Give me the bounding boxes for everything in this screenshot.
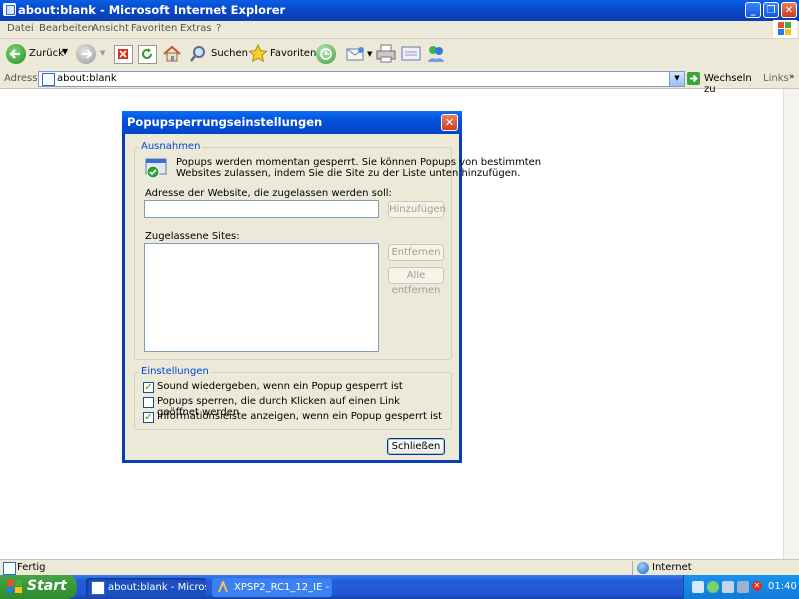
system-tray: ✕ 01:40	[683, 575, 799, 599]
remove-button[interactable]: Entfernen	[388, 244, 444, 261]
checkbox-sound[interactable]: ✓	[143, 382, 154, 393]
links-label[interactable]: Links	[763, 73, 789, 84]
task-xpsp2-icon	[217, 579, 229, 593]
option-infobar[interactable]: ✓ Informationsleiste anzeigen, wenn ein …	[143, 411, 443, 424]
popup-shield-icon	[145, 158, 167, 180]
go-arrow-icon	[687, 72, 700, 85]
close-dialog-button[interactable]: Schließen	[387, 438, 445, 455]
history-icon[interactable]	[316, 44, 336, 64]
status-bar: Fertig Internet	[0, 559, 799, 576]
remove-all-button[interactable]: Alle entfernen	[388, 267, 444, 296]
home-icon[interactable]	[162, 44, 182, 63]
address-input[interactable]: about:blank ▼	[38, 71, 685, 87]
status-text: Fertig	[17, 562, 46, 573]
address-dropdown-icon[interactable]: ▼	[669, 71, 685, 87]
dialog-titlebar[interactable]: Popupsperrungseinstellungen	[122, 111, 462, 134]
vertical-scrollbar[interactable]	[783, 89, 799, 559]
windows-logo-icon	[773, 20, 797, 38]
print-icon[interactable]	[376, 44, 396, 63]
task-ie-icon	[91, 581, 105, 595]
status-page-icon	[3, 562, 16, 575]
tray-display-icon[interactable]	[737, 581, 749, 593]
task-xpsp2[interactable]: XPSP2_RC1_12_IE - ...	[212, 578, 332, 597]
edit-icon[interactable]	[401, 45, 421, 62]
favorites-button[interactable]: Favoriten	[246, 43, 316, 65]
page-icon	[42, 73, 55, 86]
refresh-icon[interactable]	[138, 45, 157, 64]
back-arrow-icon	[6, 44, 26, 64]
checkbox-link-popups[interactable]	[143, 397, 154, 408]
back-label: Zurück	[29, 48, 64, 59]
internet-globe-icon	[637, 562, 649, 574]
checkbox-infobar[interactable]: ✓	[143, 412, 154, 423]
tray-alert-icon[interactable]: ✕	[752, 581, 762, 591]
tray-security-icon[interactable]	[707, 581, 719, 593]
address-value: about:blank	[57, 73, 117, 84]
option-infobar-label: Informationsleiste anzeigen, wenn ein Po…	[157, 411, 443, 422]
stop-icon[interactable]	[114, 45, 133, 64]
menu-bearbeiten[interactable]: Bearbeiten	[39, 23, 94, 34]
start-windows-icon	[6, 579, 23, 595]
menu-extras[interactable]: Extras	[180, 23, 212, 34]
go-label: Wechseln zu	[704, 73, 752, 95]
status-divider	[632, 561, 633, 575]
mail-icon[interactable]	[346, 45, 366, 63]
exceptions-legend: Ausnahmen	[139, 141, 203, 152]
menu-favoriten[interactable]: Favoriten	[131, 23, 177, 34]
forward-dropdown-icon[interactable]: ▼	[100, 49, 105, 57]
option-sound[interactable]: ✓ Sound wiedergeben, wenn ein Popup gesp…	[143, 381, 443, 394]
back-dropdown-icon[interactable]: ▼	[62, 47, 68, 56]
website-address-label: Adresse der Website, die zugelassen werd…	[145, 188, 392, 199]
menu-ansicht[interactable]: Ansicht	[92, 23, 129, 34]
start-button[interactable]: Start	[0, 575, 77, 599]
task-ie[interactable]: about:blank - Microso...	[86, 578, 206, 597]
option-link-popups[interactable]: Popups sperren, die durch Klicken auf ei…	[143, 396, 443, 418]
mail-dropdown-icon[interactable]: ▼	[367, 50, 372, 58]
window-title: about:blank - Microsoft Internet Explore…	[18, 3, 286, 17]
search-label: Suchen	[211, 48, 249, 59]
status-zone: Internet	[652, 562, 692, 573]
option-sound-label: Sound wiedergeben, wenn ein Popup gesper…	[157, 381, 403, 392]
forward-arrow-icon[interactable]	[76, 44, 96, 64]
dialog-title: Popupsperrungseinstellungen	[127, 115, 323, 129]
tray-volume-icon[interactable]	[722, 581, 734, 593]
clock[interactable]: 01:40	[768, 581, 797, 592]
links-chevron-icon[interactable]: »	[789, 72, 795, 82]
maximize-button[interactable]: ❐	[763, 2, 779, 18]
go-button[interactable]: Wechseln zu	[686, 71, 756, 95]
minimize-button[interactable]: _	[745, 2, 761, 18]
window-titlebar[interactable]: about:blank - Microsoft Internet Explore…	[0, 0, 799, 21]
website-address-input[interactable]	[144, 200, 379, 218]
standard-toolbar: Zurück ▼ ▼ Suchen Favoriten ▼	[0, 39, 799, 71]
back-button[interactable]: Zurück ▼	[4, 43, 74, 65]
info-text-line2: Websites zulassen, indem Sie die Site zu…	[176, 168, 521, 179]
tray-network-icon[interactable]	[692, 581, 704, 593]
task-xpsp2-label: XPSP2_RC1_12_IE - ...	[234, 582, 332, 593]
menu-bar: Datei Bearbeiten Ansicht Favoriten Extra…	[0, 21, 799, 39]
info-text-line1: Popups werden momentan gesperrt. Sie kön…	[176, 157, 542, 168]
ie-page-icon	[3, 3, 16, 16]
allowed-sites-list[interactable]	[144, 243, 379, 352]
messenger-icon[interactable]	[426, 44, 446, 63]
close-button[interactable]: ✕	[781, 2, 797, 18]
menu-datei[interactable]: Datei	[7, 23, 34, 34]
start-label: Start	[27, 578, 67, 594]
settings-legend: Einstellungen	[139, 366, 211, 377]
menu-help[interactable]: ?	[216, 23, 221, 34]
favorites-label: Favoriten	[270, 48, 317, 59]
search-icon	[189, 45, 207, 63]
add-button[interactable]: Hinzufügen	[388, 201, 446, 218]
allowed-sites-label: Zugelassene Sites:	[145, 231, 240, 242]
search-button[interactable]: Suchen	[186, 43, 248, 65]
task-ie-label: about:blank - Microso...	[108, 582, 206, 593]
dialog-close-button[interactable]: ✕	[441, 114, 458, 131]
star-icon	[248, 43, 268, 64]
